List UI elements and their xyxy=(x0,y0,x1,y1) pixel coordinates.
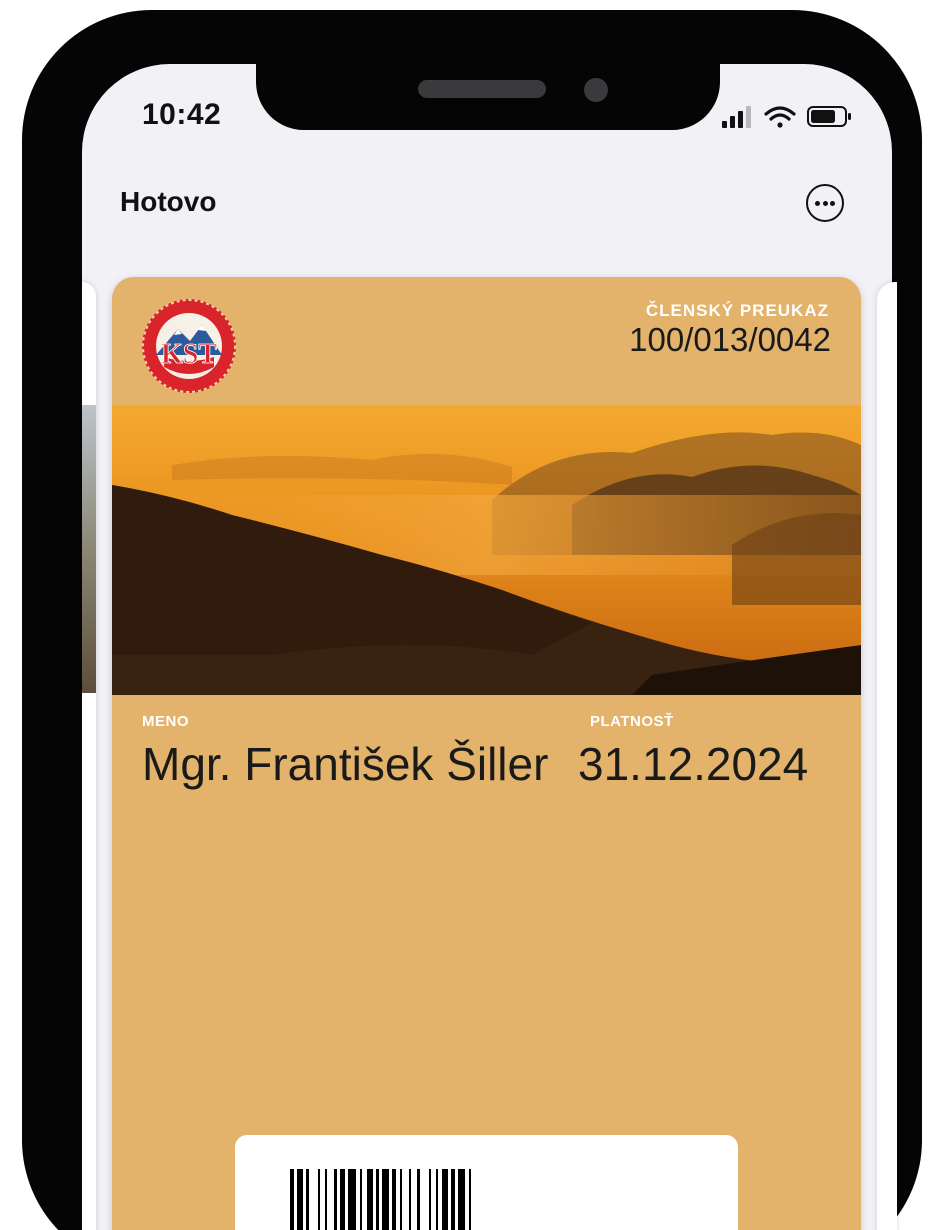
membership-number: 100/013/0042 xyxy=(629,321,831,358)
kst-club-logo-icon: KST xyxy=(142,299,236,393)
status-icons xyxy=(722,106,851,128)
done-button[interactable]: Hotovo xyxy=(120,186,216,218)
validity-value: 31.12.2024 xyxy=(578,738,809,790)
battery-icon xyxy=(807,106,851,127)
barcode-icon xyxy=(290,1169,471,1230)
front-camera xyxy=(584,78,608,102)
validity-label: PLATNOSŤ xyxy=(590,713,674,730)
svg-text:KST: KST xyxy=(161,339,217,370)
signal-icon xyxy=(722,106,751,128)
pass-header-label: ČLENSKÝ PREUKAZ xyxy=(645,301,829,320)
name-label: MENO xyxy=(142,713,189,730)
ellipsis-circle-icon[interactable] xyxy=(806,184,844,222)
previous-pass-image xyxy=(82,405,96,693)
name-value: Mgr. František Šiller xyxy=(142,738,549,790)
mountain-sunset-image xyxy=(112,405,861,695)
barcode-container[interactable] xyxy=(235,1135,738,1230)
wifi-icon xyxy=(764,106,796,128)
wallet-pass-card[interactable]: KST ČLENSKÝ PREUKAZ 100/013/0042 MENO Mg… xyxy=(112,277,861,1230)
speaker-grille xyxy=(418,80,546,98)
status-time: 10:42 xyxy=(142,98,222,131)
next-pass-card[interactable] xyxy=(877,282,897,1230)
